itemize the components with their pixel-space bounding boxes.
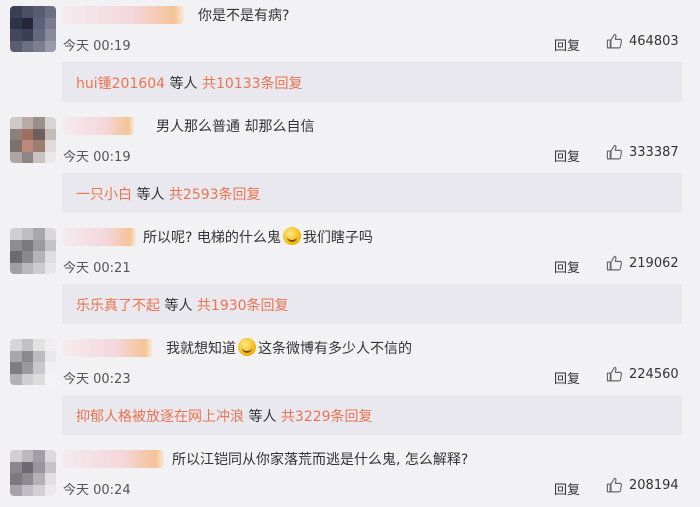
- thumbs-up-icon: [606, 33, 623, 49]
- comment-item: 所以江铠同从你家落荒而逃是什么鬼, 怎么解释? 今天 00:24 回复 2081…: [0, 444, 700, 507]
- sub-reply-user[interactable]: hui锺201604: [76, 76, 165, 92]
- like-count: 219062: [629, 256, 679, 271]
- avatar[interactable]: [10, 117, 56, 163]
- sub-reply-box[interactable]: 乐乐真了不起 等人 共1930条回复: [62, 284, 682, 324]
- comment-text: 所以江铠同从你家落荒而逃是什么鬼, 怎么解释?: [172, 452, 469, 468]
- thumbs-up-icon: [606, 366, 623, 382]
- thumbs-up-icon: [606, 144, 623, 160]
- comment-time: 今天 00:19: [63, 39, 131, 54]
- reply-button[interactable]: 回复: [554, 368, 580, 387]
- like-count: 464803: [629, 34, 679, 49]
- comment-item: 男人那么普通 却那么自信 今天 00:19 回复 333387 一只小白 等人 …: [0, 111, 700, 222]
- like-count: 224560: [629, 367, 679, 382]
- sub-reply-etc: 等人: [244, 409, 281, 425]
- username[interactable]: [62, 339, 152, 357]
- sub-reply-count[interactable]: 共3229条回复: [281, 409, 373, 425]
- reply-button[interactable]: 回复: [554, 479, 580, 498]
- sub-reply-box[interactable]: hui锺201604 等人 共10133条回复: [62, 62, 682, 102]
- sub-reply-count[interactable]: 共10133条回复: [202, 76, 303, 92]
- avatar[interactable]: [10, 450, 56, 496]
- username[interactable]: [62, 6, 184, 24]
- sub-reply-box[interactable]: 抑郁人格被放逐在网上冲浪 等人 共3229条回复: [62, 395, 682, 435]
- comment-text: 男人那么普通 却那么自信: [156, 119, 315, 135]
- sub-reply-count[interactable]: 共1930条回复: [197, 298, 289, 314]
- sub-reply-etc: 等人: [165, 76, 202, 92]
- thumbs-up-icon: [606, 477, 623, 493]
- sub-reply-etc: 等人: [132, 187, 169, 203]
- avatar[interactable]: [10, 339, 56, 385]
- like-button[interactable]: 464803: [606, 33, 679, 50]
- like-button[interactable]: 219062: [606, 255, 679, 272]
- sub-reply-etc: 等人: [160, 298, 197, 314]
- username[interactable]: [62, 117, 134, 135]
- sub-reply-user[interactable]: 抑郁人格被放逐在网上冲浪: [76, 409, 244, 425]
- like-count: 208194: [629, 478, 679, 493]
- comment-time: 今天 00:21: [63, 261, 131, 276]
- comment-list: 你是不是有病? 今天 00:19 回复 464803 hui锺201604 等人…: [0, 0, 700, 507]
- sub-reply-user[interactable]: 一只小白: [76, 187, 132, 203]
- grinning-emoji-icon: [282, 227, 301, 245]
- comment-item: 所以呢? 电梯的什么鬼 我们瞎子吗 今天 00:21 回复 219062 乐乐真了…: [0, 222, 700, 333]
- username[interactable]: [62, 228, 136, 246]
- like-count: 333387: [629, 145, 679, 160]
- like-button[interactable]: 208194: [606, 477, 679, 494]
- sub-reply-count[interactable]: 共2593条回复: [169, 187, 261, 203]
- sub-reply-user[interactable]: 乐乐真了不起: [76, 298, 160, 314]
- comment-item: 我就想知道 这条微博有多少人不信的 今天 00:23 回复 224560 抑郁人格…: [0, 333, 700, 444]
- like-button[interactable]: 224560: [606, 366, 679, 383]
- reply-button[interactable]: 回复: [554, 35, 580, 54]
- username[interactable]: [62, 450, 164, 468]
- avatar[interactable]: [10, 228, 56, 274]
- like-button[interactable]: 333387: [606, 144, 679, 161]
- smiling-emoji-icon: [238, 338, 256, 356]
- thumbs-up-icon: [606, 255, 623, 271]
- sub-reply-box[interactable]: 一只小白 等人 共2593条回复: [62, 173, 682, 213]
- comment-time: 今天 00:19: [63, 150, 131, 165]
- comment-item: 你是不是有病? 今天 00:19 回复 464803 hui锺201604 等人…: [0, 0, 700, 111]
- comment-text: 所以呢? 电梯的什么鬼 我们瞎子吗: [143, 227, 373, 249]
- comment-time: 今天 00:23: [63, 372, 131, 387]
- comment-text: 你是不是有病?: [198, 8, 290, 24]
- comment-time: 今天 00:24: [63, 483, 131, 498]
- comment-text: 我就想知道 这条微博有多少人不信的: [166, 338, 412, 360]
- avatar[interactable]: [10, 6, 56, 52]
- reply-button[interactable]: 回复: [554, 146, 580, 165]
- reply-button[interactable]: 回复: [554, 257, 580, 276]
